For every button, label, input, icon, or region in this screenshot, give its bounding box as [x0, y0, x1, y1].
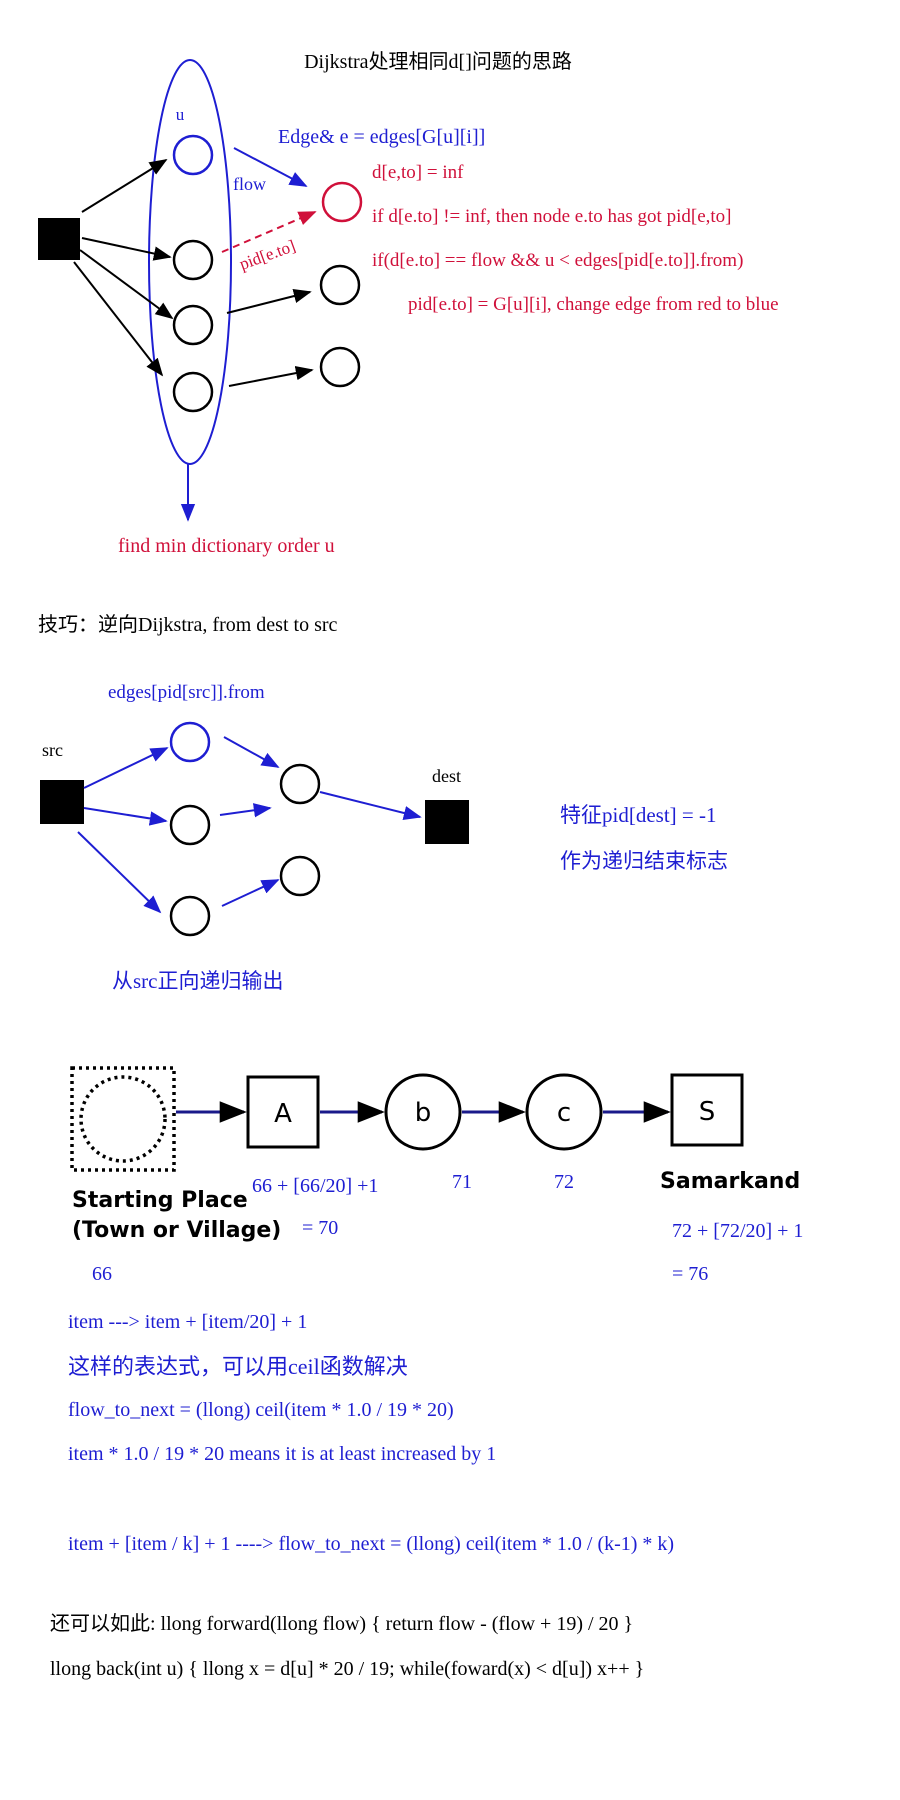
node-target-red: [321, 181, 363, 223]
red-line-3: if(d[e.to] == flow && u < edges[pid[e.to…: [372, 250, 743, 271]
dest-label: dest: [432, 766, 461, 786]
starting-place-label-2: (Town or Village): [72, 1218, 281, 1243]
red-line-1: d[e,to] = inf: [372, 162, 464, 183]
edge-src-3: [79, 249, 174, 320]
starting-place-circle: [79, 1075, 167, 1163]
bottom-line-2: llong back(int u) { llong x = d[u] * 20 …: [50, 1658, 644, 1680]
node-a-label: A: [274, 1099, 292, 1129]
d2-edge-src-top: [83, 747, 169, 789]
calc-a-result: = 70: [302, 1217, 338, 1239]
edges-pid-src-label: edges[pid[src]].from: [108, 682, 265, 703]
red-line-4: pid[e.to] = G[u][i], change edge from re…: [408, 294, 779, 315]
d2-node-top: [169, 721, 211, 763]
feature-text-1: 特征pid[dest] = -1: [560, 803, 717, 827]
edge-decl-text: Edge& e = edges[G[u][i]]: [278, 126, 485, 148]
edge-3-right2: [226, 288, 312, 314]
formula-3: flow_to_next = (llong) ceil(item * 1.0 /…: [68, 1399, 454, 1421]
node-2: [172, 239, 214, 281]
formula-1: item ---> item + [item/20] + 1: [68, 1311, 307, 1333]
source-square: [38, 218, 80, 260]
d2-edge-src-mid: [83, 807, 168, 826]
dest-square: [425, 800, 469, 844]
d2-node-lower: [279, 855, 321, 897]
formula-block: item ---> item + [item/20] + 1 这样的表达式，可以…: [68, 1311, 674, 1555]
samarkand-label: Samarkand: [660, 1169, 800, 1194]
node-3: [172, 304, 214, 346]
calc-s: 72 + [72/20] + 1: [672, 1220, 803, 1242]
diagram1-title: Dijkstra处理相同d[]问题的思路: [304, 50, 572, 73]
formula-4: item * 1.0 / 19 * 20 means it is at leas…: [68, 1443, 496, 1465]
u-label: u: [176, 105, 185, 124]
value-b: 71: [452, 1171, 472, 1193]
starting-place-label-1: Starting Place: [72, 1188, 248, 1213]
feature-text-2: 作为递归结束标志: [560, 849, 728, 873]
d2-edge-top-center: [223, 736, 280, 768]
value-start: 66: [92, 1263, 112, 1285]
bottom-code-block: 还可以如此: llong forward(llong flow) { retur…: [50, 1612, 644, 1680]
forward-output-text: 从src正向递归输出: [112, 969, 284, 993]
figure-canvas: Dijkstra处理相同d[]问题的思路 u flow pid[e.to] fi…: [38, 50, 803, 1680]
node-right-2: [319, 264, 361, 306]
find-min-text: find min dictionary order u: [118, 535, 335, 557]
dijkstra-diagram: Dijkstra处理相同d[]问题的思路 u flow pid[e.to] fi…: [38, 50, 779, 557]
d2-node-bottom: [169, 895, 211, 937]
formula-5: item + [item / k] + 1 ----> flow_to_next…: [68, 1533, 674, 1555]
src-label: src: [42, 740, 63, 760]
value-c: 72: [554, 1171, 574, 1193]
d2-node-mid: [169, 804, 211, 846]
node-right-3: [319, 346, 361, 388]
node-c-label: c: [557, 1098, 571, 1128]
node-group-ellipse: [148, 59, 232, 465]
node-b-label: b: [415, 1098, 432, 1128]
trick-text: 技巧：逆向Dijkstra, from dest to src: [38, 613, 338, 636]
flow-label: flow: [233, 174, 266, 194]
reverse-dijkstra-diagram: edges[pid[src]].from src dest 特征pid[dest…: [40, 682, 728, 993]
d2-edge-src-bottom: [77, 831, 162, 914]
src-square: [40, 780, 84, 824]
node-s-label: S: [699, 1097, 716, 1127]
starting-place-box: [70, 1066, 176, 1172]
formula-2: 这样的表达式，可以用ceil函数解决: [68, 1354, 408, 1379]
node-4: [172, 371, 214, 413]
red-line-2: if d[e.to] != inf, then node e.to has go…: [372, 206, 731, 227]
d2-edge-mid-center: [219, 803, 272, 818]
calc-a: 66 + [66/20] +1: [252, 1175, 378, 1197]
d2-node-center: [279, 763, 321, 805]
calc-s-result: = 76: [672, 1263, 708, 1285]
edge-src-u: [81, 159, 168, 213]
d2-edge-center-dest: [319, 791, 422, 821]
node-u: [172, 134, 214, 176]
route-diagram: A b c S Starting Place (Town or Village)…: [70, 1066, 803, 1285]
edge-4-right3: [228, 365, 314, 387]
d2-edge-bottom-lower: [221, 879, 280, 907]
bottom-line-1: 还可以如此: llong forward(llong flow) { retur…: [50, 1612, 633, 1635]
edge-src-2: [81, 237, 172, 261]
